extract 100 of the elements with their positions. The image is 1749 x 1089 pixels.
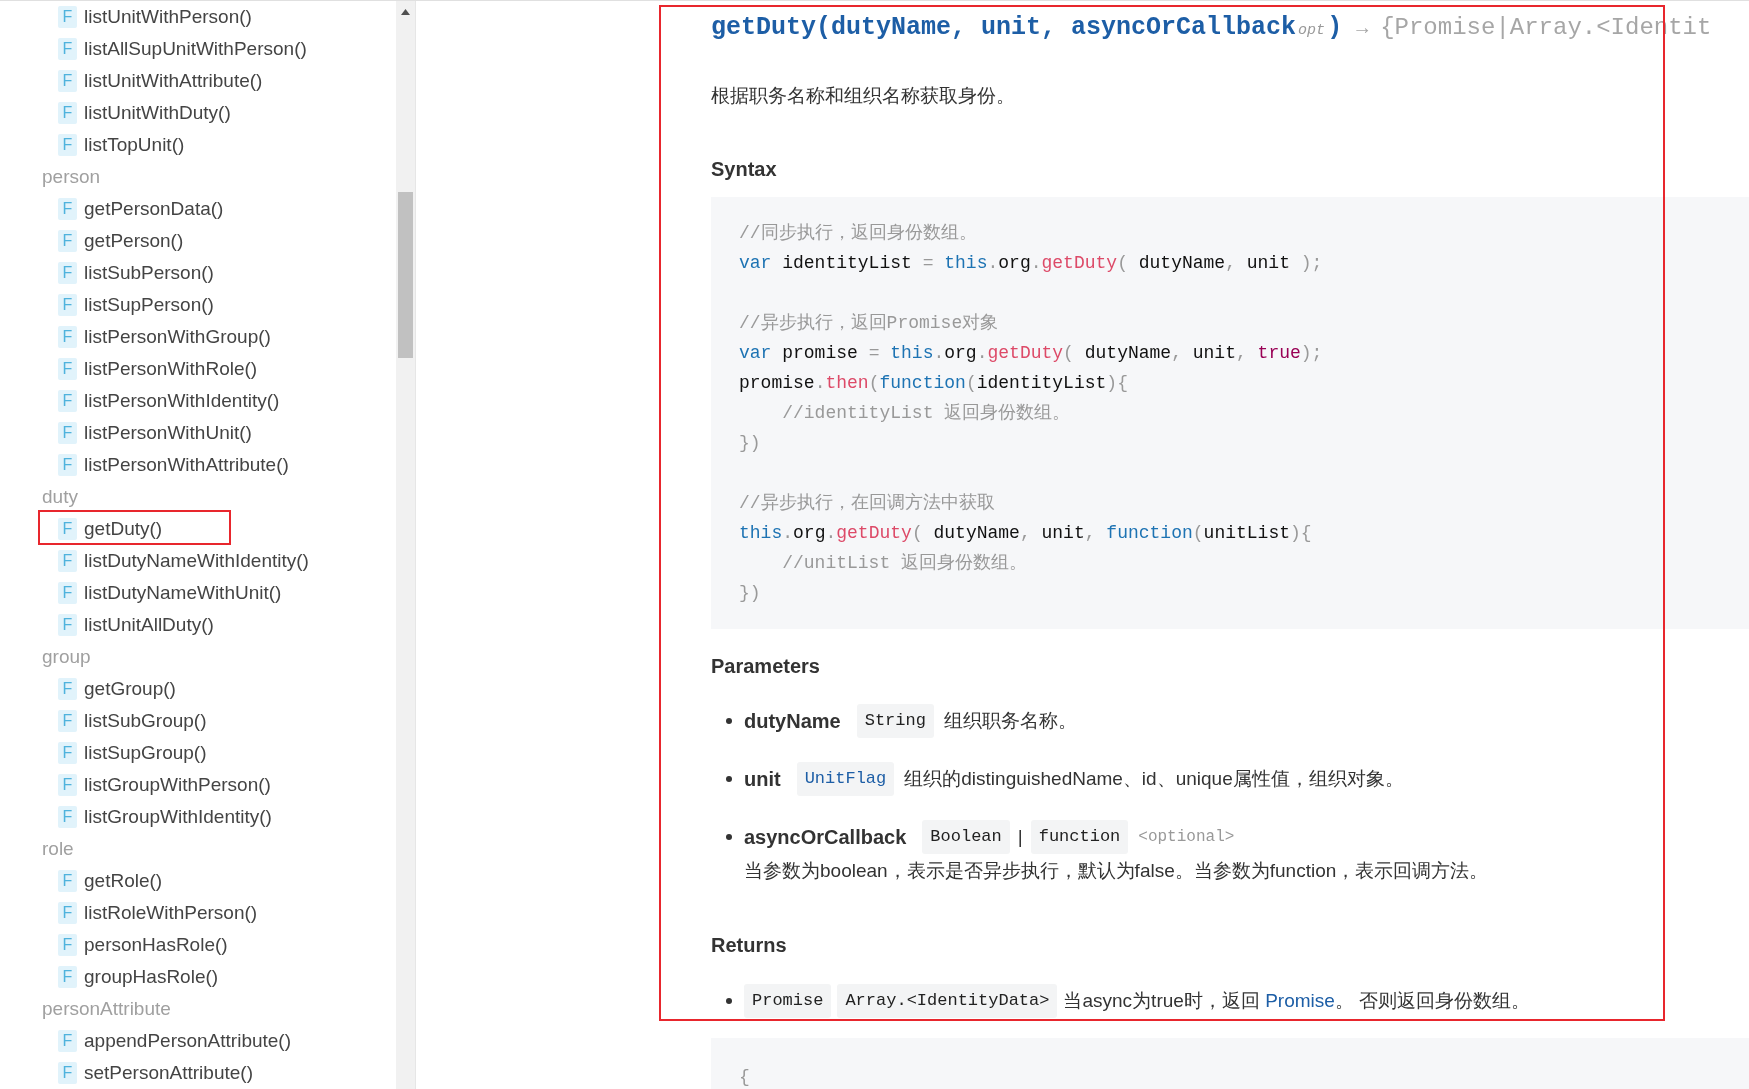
function-badge: F <box>58 774 77 796</box>
section-heading: Syntax <box>711 157 778 182</box>
code-line: var identityList = this.org.getDuty( dutyName, unit ); <box>739 252 1324 275</box>
sidebar-link[interactable]: listRoleWithPerson() <box>84 898 258 928</box>
sidebar-link[interactable]: listPersonWithIdentity() <box>84 386 280 416</box>
sidebar-link[interactable]: getRole() <box>84 866 163 896</box>
type-label: Promise <box>744 984 832 1018</box>
sidebar-link[interactable]: listUnitWithAttribute() <box>84 66 263 96</box>
code-line: }) <box>739 582 762 605</box>
parameter-description: 组织职务名称。 <box>943 708 1077 733</box>
function-badge: F <box>58 454 77 476</box>
parameter-name: asyncOrCallback <box>744 825 907 850</box>
sidebar-link[interactable]: listUnitAllDuty() <box>84 610 214 640</box>
type-separator: | <box>1017 824 1023 849</box>
sidebar-link[interactable]: listGroupWithIdentity() <box>84 802 272 832</box>
scrollbar-thumb[interactable] <box>398 192 413 358</box>
type-link[interactable]: UnitFlag <box>796 762 895 796</box>
type-label: String <box>856 704 934 738</box>
function-badge: F <box>58 518 77 540</box>
sidebar-link[interactable]: appendPersonAttribute() <box>84 1026 291 1056</box>
type-label: Array.<IdentityData> <box>837 984 1058 1018</box>
parameter-description: 当参数为boolean，表示是否异步执行，默认为false。当参数为function，表示回调方法。 <box>744 859 1490 883</box>
sidebar-link[interactable]: listSupGroup() <box>84 738 207 768</box>
sidebar-link[interactable]: getGroup() <box>84 674 176 704</box>
scroll-up-icon[interactable] <box>401 9 410 15</box>
function-badge: F <box>58 6 77 28</box>
sidebar-link[interactable]: listUnitWithDuty() <box>84 98 231 128</box>
parameter-name: unit <box>744 767 781 792</box>
function-badge: F <box>58 614 77 636</box>
code-line: this.org.getDuty( dutyName, unit, function(unitList){ <box>739 522 1313 545</box>
type-label: Boolean <box>922 820 1010 854</box>
function-badge: F <box>58 870 77 892</box>
function-badge: F <box>58 1030 77 1052</box>
function-badge: F <box>58 550 77 572</box>
function-badge: F <box>58 198 77 220</box>
section-heading: role <box>41 836 75 861</box>
function-badge: F <box>58 358 77 380</box>
method-description: 根据职务名称和组织名称获取身份。 <box>711 84 1016 108</box>
sidebar-link[interactable]: listTopUnit() <box>84 130 185 160</box>
function-badge: F <box>58 934 77 956</box>
parameter-description: 组织的distinguishedName、id、unique属性值，组织对象。 <box>904 766 1404 791</box>
section-heading: duty <box>41 484 79 509</box>
code-line: //unitList 返回身份数组。 <box>781 552 1029 575</box>
promise-link[interactable]: Promise <box>1265 989 1335 1011</box>
sidebar-link[interactable]: listGroupWithPerson() <box>84 770 271 800</box>
sidebar-link[interactable]: personHasRole() <box>84 930 228 960</box>
section-heading: personAttribute <box>41 996 172 1021</box>
sidebar-link[interactable]: listDutyNameWithIdentity() <box>84 546 309 576</box>
parameter-name: dutyName <box>744 709 841 734</box>
function-badge: F <box>58 262 77 284</box>
type-label: function <box>1030 820 1129 854</box>
function-badge: F <box>58 70 77 92</box>
function-badge: F <box>58 742 77 764</box>
sidebar-link[interactable]: setPersonAttribute() <box>84 1058 253 1088</box>
sidebar-link[interactable]: listSubPerson() <box>84 258 214 288</box>
sidebar-link[interactable]: listAllSupUnitWithPerson() <box>84 34 307 64</box>
function-badge: F <box>58 902 77 924</box>
section-heading: Returns <box>711 933 788 958</box>
optional-label: opt <box>1298 21 1326 41</box>
sidebar-link[interactable]: listSubGroup() <box>84 706 207 736</box>
sidebar-link[interactable]: listPersonWithUnit() <box>84 418 252 448</box>
code-line: //异步执行，在回调方法中获取 <box>739 492 996 515</box>
function-badge: F <box>58 102 77 124</box>
optional-tag: <optional> <box>1138 825 1235 849</box>
code-line: var promise = this.org.getDuty( dutyName, unit, true); <box>739 342 1324 365</box>
function-badge: F <box>58 710 77 732</box>
sidebar-link[interactable]: groupHasRole() <box>84 962 219 992</box>
function-badge: F <box>58 294 77 316</box>
function-badge: F <box>58 678 77 700</box>
function-badge: F <box>58 422 77 444</box>
method-signature: getDuty(dutyName, unit, asyncOrCallback <box>711 12 1297 44</box>
sidebar-link[interactable]: listDutyNameWithUnit() <box>84 578 282 608</box>
section-heading: person <box>41 164 102 189</box>
code-line: //同步执行，返回身份数组。 <box>739 222 978 245</box>
arrow-glyph: → <box>1356 16 1369 42</box>
function-badge: F <box>58 134 77 156</box>
code-line: //identityList 返回身份数组。 <box>781 402 1072 425</box>
sidebar-link[interactable]: listPersonWithAttribute() <box>84 450 289 480</box>
code-line: }) <box>739 432 762 455</box>
section-heading: group <box>41 644 92 669</box>
return-description: 当async为true时，返回 Promise。 否则返回身份数组。 <box>1063 988 1531 1013</box>
function-badge: F <box>58 582 77 604</box>
function-badge: F <box>58 38 77 60</box>
function-badge: F <box>58 806 77 828</box>
code-line: promise.then(function(identityList){ <box>739 372 1129 395</box>
code-line: //异步执行，返回Promise对象 <box>739 312 1000 335</box>
sidebar-link[interactable]: getPersonData() <box>84 194 224 224</box>
sidebar-link[interactable]: listPersonWithRole() <box>84 354 258 384</box>
code-line: { <box>739 1066 751 1089</box>
sidebar-link[interactable]: getPerson() <box>84 226 184 256</box>
function-badge: F <box>58 1062 77 1084</box>
sidebar-link[interactable]: getDuty() <box>84 514 163 544</box>
function-badge: F <box>58 230 77 252</box>
function-badge: F <box>58 966 77 988</box>
sidebar-link[interactable]: listPersonWithGroup() <box>84 322 271 352</box>
method-signature: ) <box>1327 12 1343 44</box>
function-badge: F <box>58 326 77 348</box>
sidebar-link[interactable]: listUnitWithPerson() <box>84 2 252 32</box>
sidebar-link[interactable]: listSupPerson() <box>84 290 214 320</box>
section-heading: Parameters <box>711 654 821 679</box>
